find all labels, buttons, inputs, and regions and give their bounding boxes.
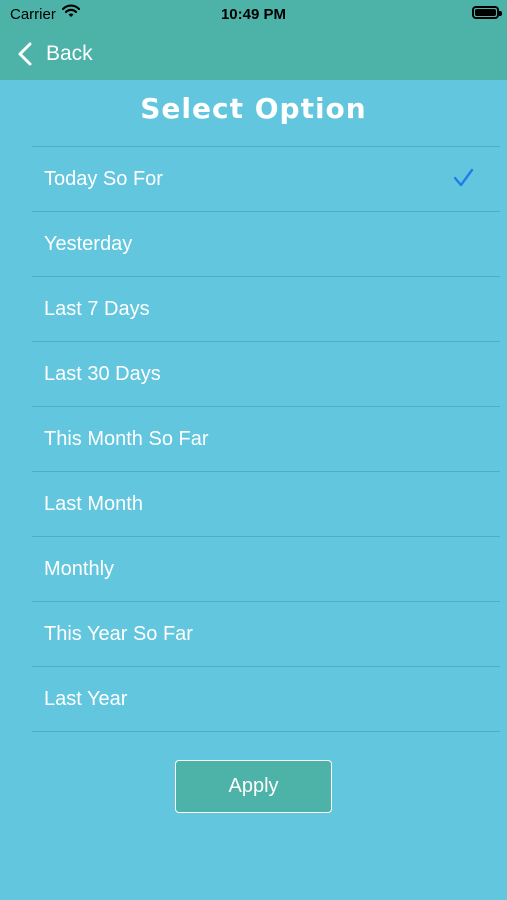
navigation-bar: Back: [0, 28, 507, 80]
apply-button[interactable]: Apply: [175, 760, 332, 813]
option-list[interactable]: Today So For Yesterday Last 7 Days Last 30 …: [32, 146, 500, 755]
list-item[interactable]: This Month So Far: [32, 407, 500, 472]
list-item[interactable]: Today So For: [32, 147, 500, 212]
list-item[interactable]: Last 30 Days: [32, 342, 500, 407]
checkmark-icon: [453, 168, 474, 187]
list-item-label: Monthly: [44, 558, 115, 580]
list-item-label: Last 7 Days: [44, 298, 150, 320]
page-title: Select Option: [140, 92, 367, 125]
list-item-label: Today So For: [44, 168, 163, 190]
list-item[interactable]: Last Year: [32, 667, 500, 732]
list-item-label: Yearly: [44, 753, 99, 755]
battery-icon: [472, 6, 502, 19]
list-item-label: Last 30 Days: [44, 363, 161, 385]
list-item[interactable]: Last Month: [32, 472, 500, 537]
list-item[interactable]: Monthly: [32, 537, 500, 602]
status-time: 10:49 PM: [220, 6, 287, 23]
back-label: Back: [46, 42, 93, 65]
list-item[interactable]: Yearly: [32, 732, 500, 755]
list-item-label: Yesterday: [44, 233, 133, 255]
back-button[interactable]: Back: [14, 40, 93, 68]
list-item-label: This Year So Far: [44, 623, 193, 645]
list-item[interactable]: This Year So Far: [32, 602, 500, 667]
status-bar: Carrier 10:49 PM: [0, 0, 507, 28]
list-item[interactable]: Yesterday: [32, 212, 500, 277]
list-item-label: Last Month: [44, 493, 143, 515]
chevron-left-icon: [18, 42, 32, 66]
list-item-label: This Month So Far: [44, 428, 209, 450]
list-item[interactable]: Last 7 Days: [32, 277, 500, 342]
list-item-label: Last Year: [44, 688, 128, 710]
